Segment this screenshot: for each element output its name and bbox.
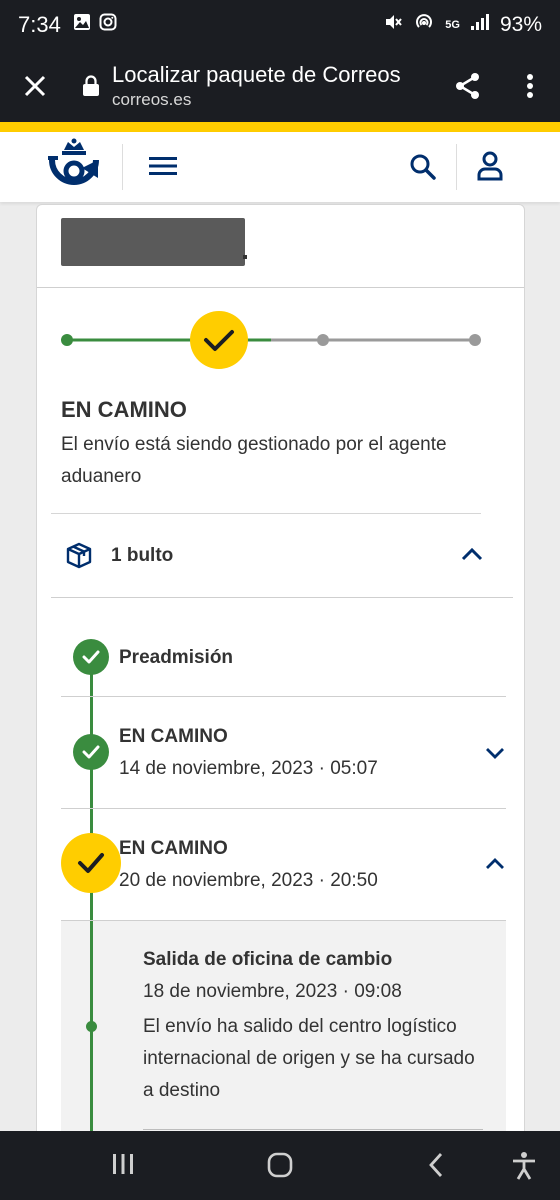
status-description: El envío está siendo gestionado por el a… bbox=[61, 434, 447, 487]
home-icon[interactable] bbox=[266, 1151, 294, 1184]
detail-description: El envío ha salido del centro logístico … bbox=[143, 1016, 475, 1101]
detail-date: 18 de noviembre, 2023 · 09:08 bbox=[143, 981, 402, 1002]
menu-icon[interactable] bbox=[148, 154, 178, 183]
network-type: 5G bbox=[445, 19, 460, 31]
brand-stripe bbox=[0, 122, 560, 132]
close-icon[interactable] bbox=[0, 74, 70, 98]
progress-step-2-current bbox=[190, 311, 248, 369]
chevron-up-icon[interactable] bbox=[461, 547, 483, 566]
packages-label: 1 bulto bbox=[111, 545, 174, 566]
divider bbox=[51, 597, 513, 598]
recents-icon[interactable] bbox=[110, 1151, 136, 1182]
status-bar: 7:34 5G 93% bbox=[0, 0, 560, 50]
event-date: 14 de noviembre, 2023 · 05:07 bbox=[119, 758, 378, 779]
progress-tracker bbox=[61, 311, 481, 369]
tracking-card: EN CAMINO El envío está siendo gestionad… bbox=[36, 204, 525, 1144]
divider bbox=[51, 513, 481, 514]
divider bbox=[37, 287, 524, 288]
search-icon[interactable] bbox=[408, 152, 438, 187]
accessibility-icon[interactable] bbox=[510, 1151, 538, 1186]
instagram-icon bbox=[99, 13, 117, 37]
image-icon bbox=[73, 13, 91, 37]
status-time: 7:34 bbox=[18, 12, 61, 37]
header-divider bbox=[122, 144, 123, 190]
lock-icon[interactable] bbox=[76, 75, 106, 97]
redacted-tracking-number bbox=[61, 218, 245, 266]
chevron-down-icon[interactable] bbox=[485, 746, 505, 764]
system-nav-bar bbox=[0, 1131, 560, 1200]
user-icon[interactable] bbox=[476, 150, 504, 187]
correos-logo[interactable] bbox=[44, 138, 104, 199]
divider bbox=[143, 1129, 483, 1130]
progress-step-3 bbox=[317, 334, 329, 346]
more-icon[interactable] bbox=[500, 73, 560, 99]
page-url: correos.es bbox=[112, 90, 192, 109]
signal-icon bbox=[470, 13, 490, 37]
event-date: 20 de noviembre, 2023 · 20:50 bbox=[119, 870, 378, 891]
mute-icon bbox=[383, 12, 403, 38]
event-title[interactable]: EN CAMINO bbox=[119, 838, 228, 860]
status-title: EN CAMINO bbox=[61, 397, 187, 422]
page-title: Localizar paquete de Correos bbox=[112, 62, 401, 87]
event-done-badge bbox=[73, 639, 109, 675]
check-icon bbox=[82, 745, 100, 759]
event-title[interactable]: EN CAMINO bbox=[119, 726, 228, 748]
timeline-line bbox=[90, 921, 93, 1143]
battery-level: 93% bbox=[499, 13, 542, 36]
back-icon[interactable] bbox=[426, 1151, 446, 1184]
event-title: Preadmisión bbox=[119, 647, 234, 668]
site-header bbox=[0, 132, 560, 202]
address-bar[interactable]: Localizar paquete de Correos correos.es bbox=[106, 62, 436, 110]
hotspot-icon bbox=[413, 11, 435, 39]
check-icon bbox=[78, 853, 104, 873]
packages-toggle[interactable]: 1 bulto bbox=[37, 517, 524, 597]
header-divider bbox=[456, 144, 457, 190]
event-current-badge bbox=[61, 833, 121, 893]
event-done-badge bbox=[73, 734, 109, 770]
package-icon bbox=[65, 541, 93, 574]
detail-title: Salida de oficina de cambio bbox=[143, 949, 393, 970]
browser-toolbar: Localizar paquete de Correos correos.es bbox=[0, 50, 560, 122]
divider bbox=[61, 808, 506, 809]
progress-step-1 bbox=[61, 334, 73, 346]
chevron-up-icon[interactable] bbox=[485, 857, 505, 875]
event-detail-panel: Salida de oficina de cambio 18 de noviem… bbox=[61, 921, 506, 1143]
check-icon bbox=[82, 650, 100, 664]
redaction-mark bbox=[243, 255, 247, 259]
progress-step-4 bbox=[469, 334, 481, 346]
share-icon[interactable] bbox=[436, 71, 500, 101]
divider bbox=[61, 696, 506, 697]
